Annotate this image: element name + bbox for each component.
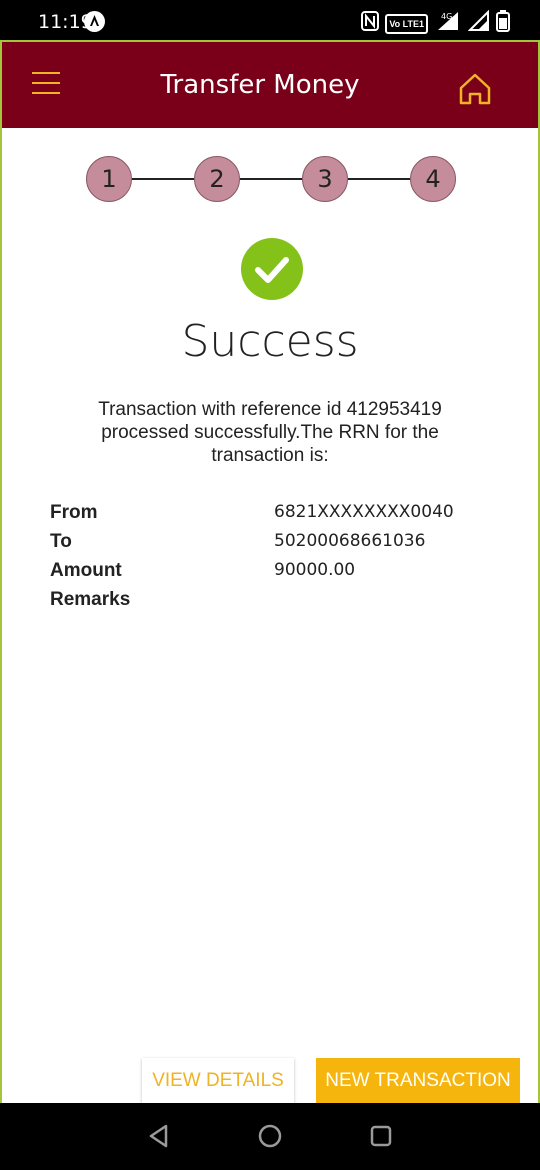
stepper: 1 2 3 4 — [86, 156, 456, 202]
home-icon[interactable] — [456, 70, 494, 108]
4g-signal-icon: 4G — [434, 10, 462, 37]
app-header: Transfer Money — [2, 42, 538, 128]
detail-row-amount: Amount 90000.00 — [50, 560, 490, 589]
assistant-icon — [84, 11, 105, 32]
detail-row-to: To 50200068661036 — [50, 531, 490, 560]
detail-label: From — [50, 502, 98, 523]
result-message: Transaction with reference id 412953419 … — [98, 399, 442, 466]
home-circle-icon[interactable] — [257, 1123, 283, 1149]
transaction-details: From 6821XXXXXXXX0040 To 50200068661036 … — [50, 502, 490, 618]
back-icon[interactable] — [146, 1123, 172, 1149]
nfc-icon — [361, 11, 380, 36]
app-screen: Transfer Money 1 2 3 4 Success Transacti… — [0, 40, 540, 1104]
new-transaction-button[interactable]: NEW TRANSACTION — [316, 1058, 520, 1104]
result-title: Success — [181, 316, 359, 367]
battery-icon — [496, 10, 510, 37]
detail-label: To — [50, 531, 72, 552]
step-connector — [348, 178, 410, 180]
detail-value: 90000.00 — [274, 560, 356, 580]
detail-label: Remarks — [50, 589, 131, 610]
step-1: 1 — [86, 156, 132, 202]
recents-icon[interactable] — [368, 1123, 394, 1149]
step-connector — [240, 178, 302, 180]
svg-text:4G: 4G — [441, 12, 452, 21]
detail-row-from: From 6821XXXXXXXX0040 — [50, 502, 490, 531]
detail-value: 50200068661036 — [274, 531, 426, 551]
step-4: 4 — [410, 156, 456, 202]
view-details-button[interactable]: VIEW DETAILS — [142, 1058, 294, 1104]
system-nav-bar — [0, 1103, 540, 1170]
volte-icon: Vo LTE1 — [385, 13, 428, 34]
detail-label: Amount — [50, 560, 122, 581]
step-2: 2 — [194, 156, 240, 202]
step-connector — [132, 178, 194, 180]
page-title: Transfer Money — [160, 70, 360, 100]
status-bar: 11:19 Vo LTE1 4G — [0, 0, 540, 42]
step-3: 3 — [302, 156, 348, 202]
success-check-icon — [241, 238, 303, 300]
detail-value: 6821XXXXXXXX0040 — [274, 502, 454, 522]
roaming-signal-icon — [467, 9, 490, 37]
detail-row-remarks: Remarks — [50, 589, 490, 618]
